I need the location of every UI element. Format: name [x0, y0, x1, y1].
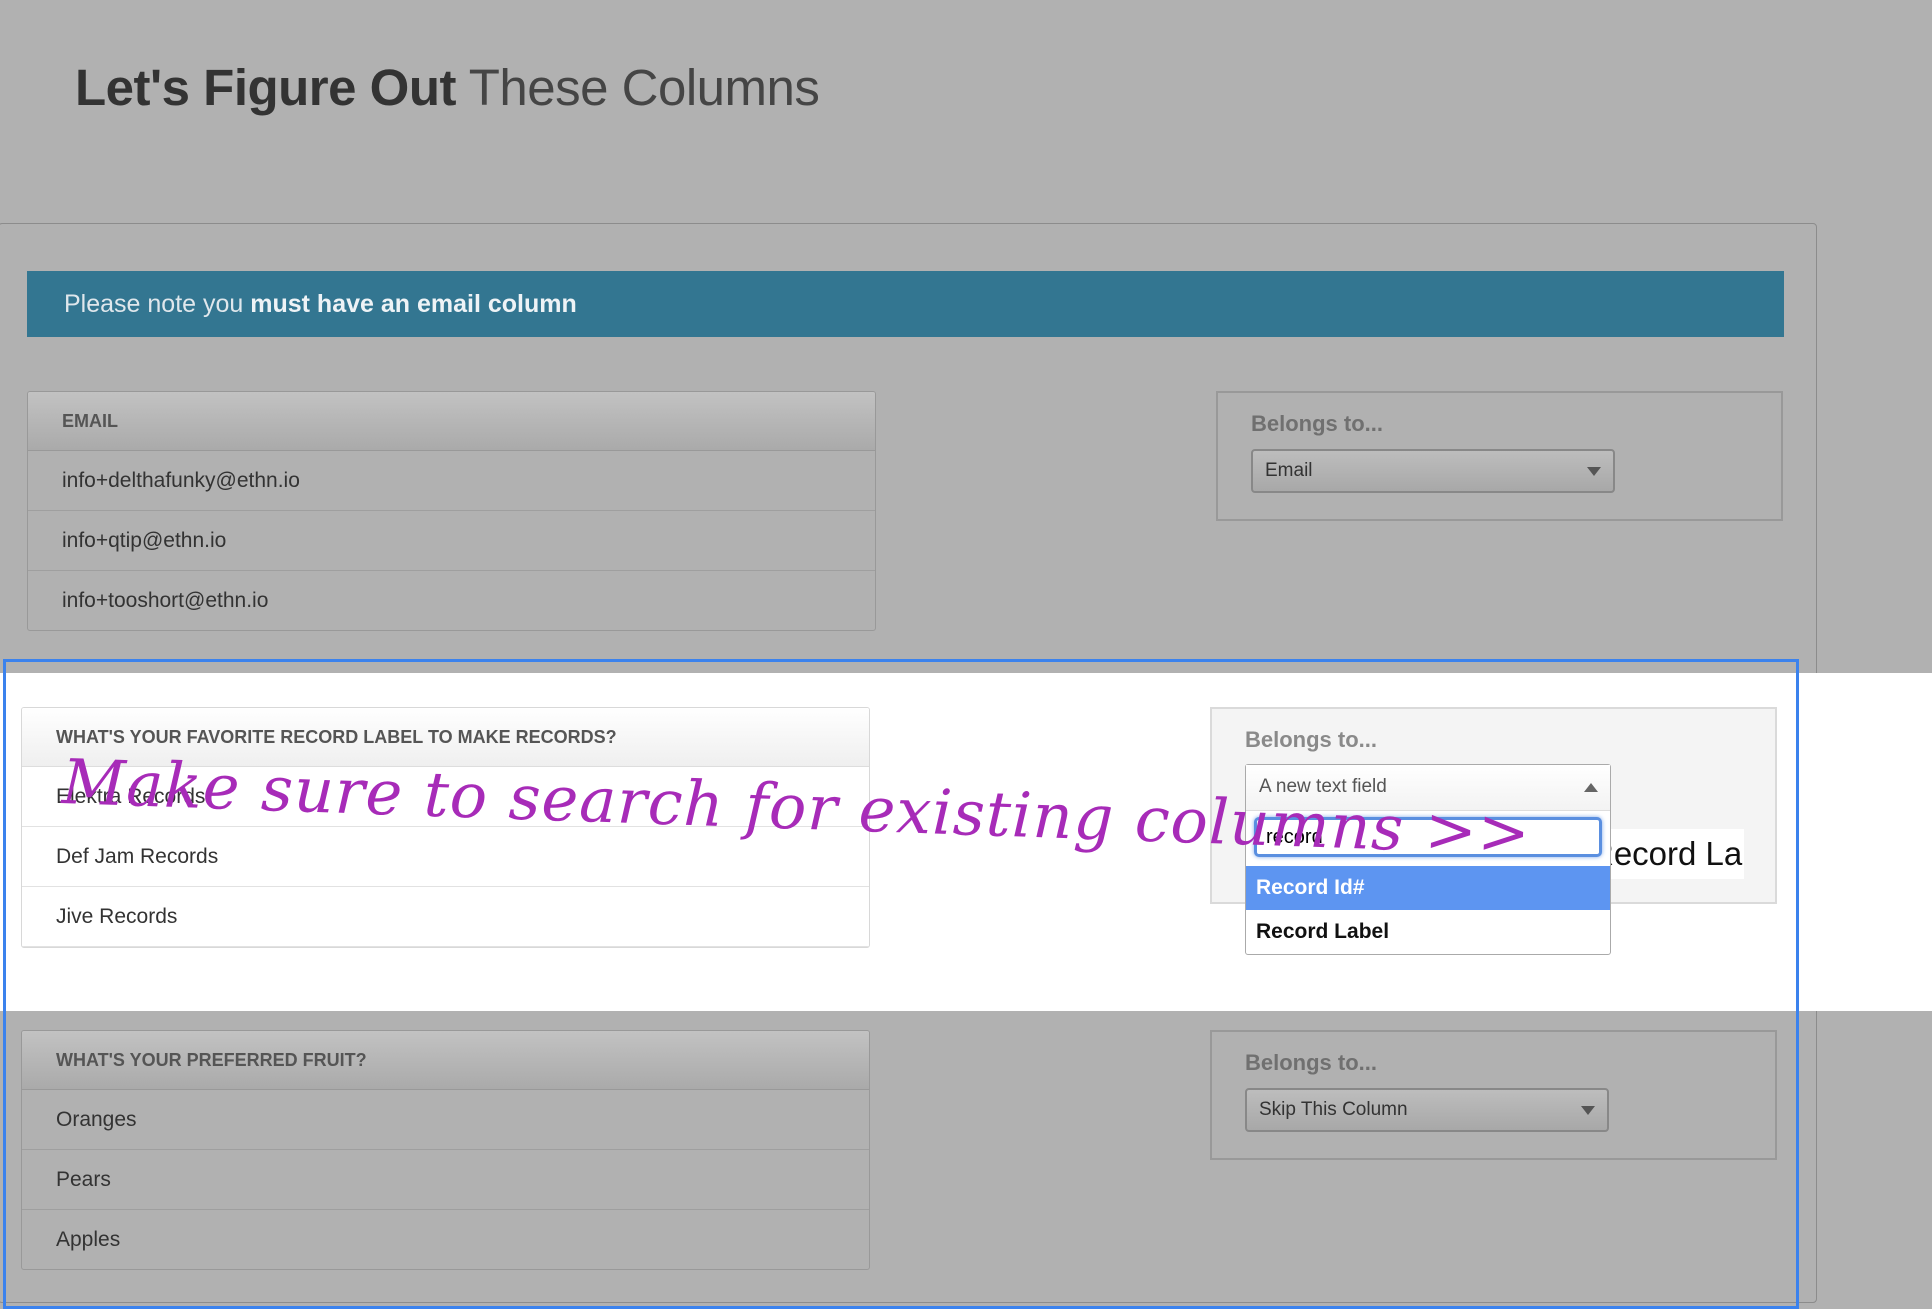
page-title: Let's Figure Out These Columns — [75, 58, 820, 117]
belongs-to-select[interactable]: Skip This Column — [1245, 1088, 1609, 1132]
chevron-up-icon — [1584, 783, 1598, 792]
belongs-to-label: Belongs to... — [1251, 411, 1383, 436]
column-header: WHAT'S YOUR PREFERRED FRUIT? — [22, 1031, 869, 1090]
peek-text: Record La — [1600, 829, 1744, 879]
chevron-down-icon — [1587, 467, 1601, 476]
column-sample-row: Apples — [56, 1228, 121, 1251]
page-title-rest: These Columns — [468, 59, 820, 116]
belongs-to-label: Belongs to... — [1245, 1050, 1377, 1075]
column-sample-row: info+tooshort@ethn.io — [62, 589, 269, 612]
belongs-to-label: Belongs to... — [1245, 727, 1377, 752]
dropdown-option-record-id[interactable]: Record Id# — [1246, 866, 1610, 910]
column-sample-row: Oranges — [22, 1090, 869, 1150]
column-sample-row: Pears — [22, 1150, 869, 1210]
column-header: EMAIL — [28, 392, 875, 451]
chevron-down-icon — [1581, 1106, 1595, 1115]
notice-emphasis: must have an email column — [250, 290, 577, 318]
column-sample-row: Jive Records — [22, 887, 869, 947]
column-sample-row: info+delthafunky@ethn.io — [28, 451, 875, 511]
dropdown-option-record-label[interactable]: Record Label — [1246, 910, 1610, 954]
notice-prefix: Please note you — [64, 290, 251, 318]
column-card-email: EMAIL info+delthafunky@ethn.io info+qtip… — [27, 391, 876, 631]
belongs-to-panel-email: Belongs to... Email — [1216, 391, 1783, 521]
belongs-to-select[interactable]: Email — [1251, 449, 1615, 493]
belongs-to-panel-fruit: Belongs to... Skip This Column — [1210, 1030, 1777, 1160]
email-notice-bar: Please note you must have an email colum… — [27, 271, 1784, 337]
select-value: Email — [1265, 460, 1313, 481]
select-value: Skip This Column — [1259, 1099, 1408, 1120]
page-title-bold: Let's Figure Out — [75, 59, 456, 116]
column-card-fruit: WHAT'S YOUR PREFERRED FRUIT? Oranges Pea… — [21, 1030, 870, 1270]
column-sample-row: info+qtip@ethn.io — [28, 511, 875, 571]
